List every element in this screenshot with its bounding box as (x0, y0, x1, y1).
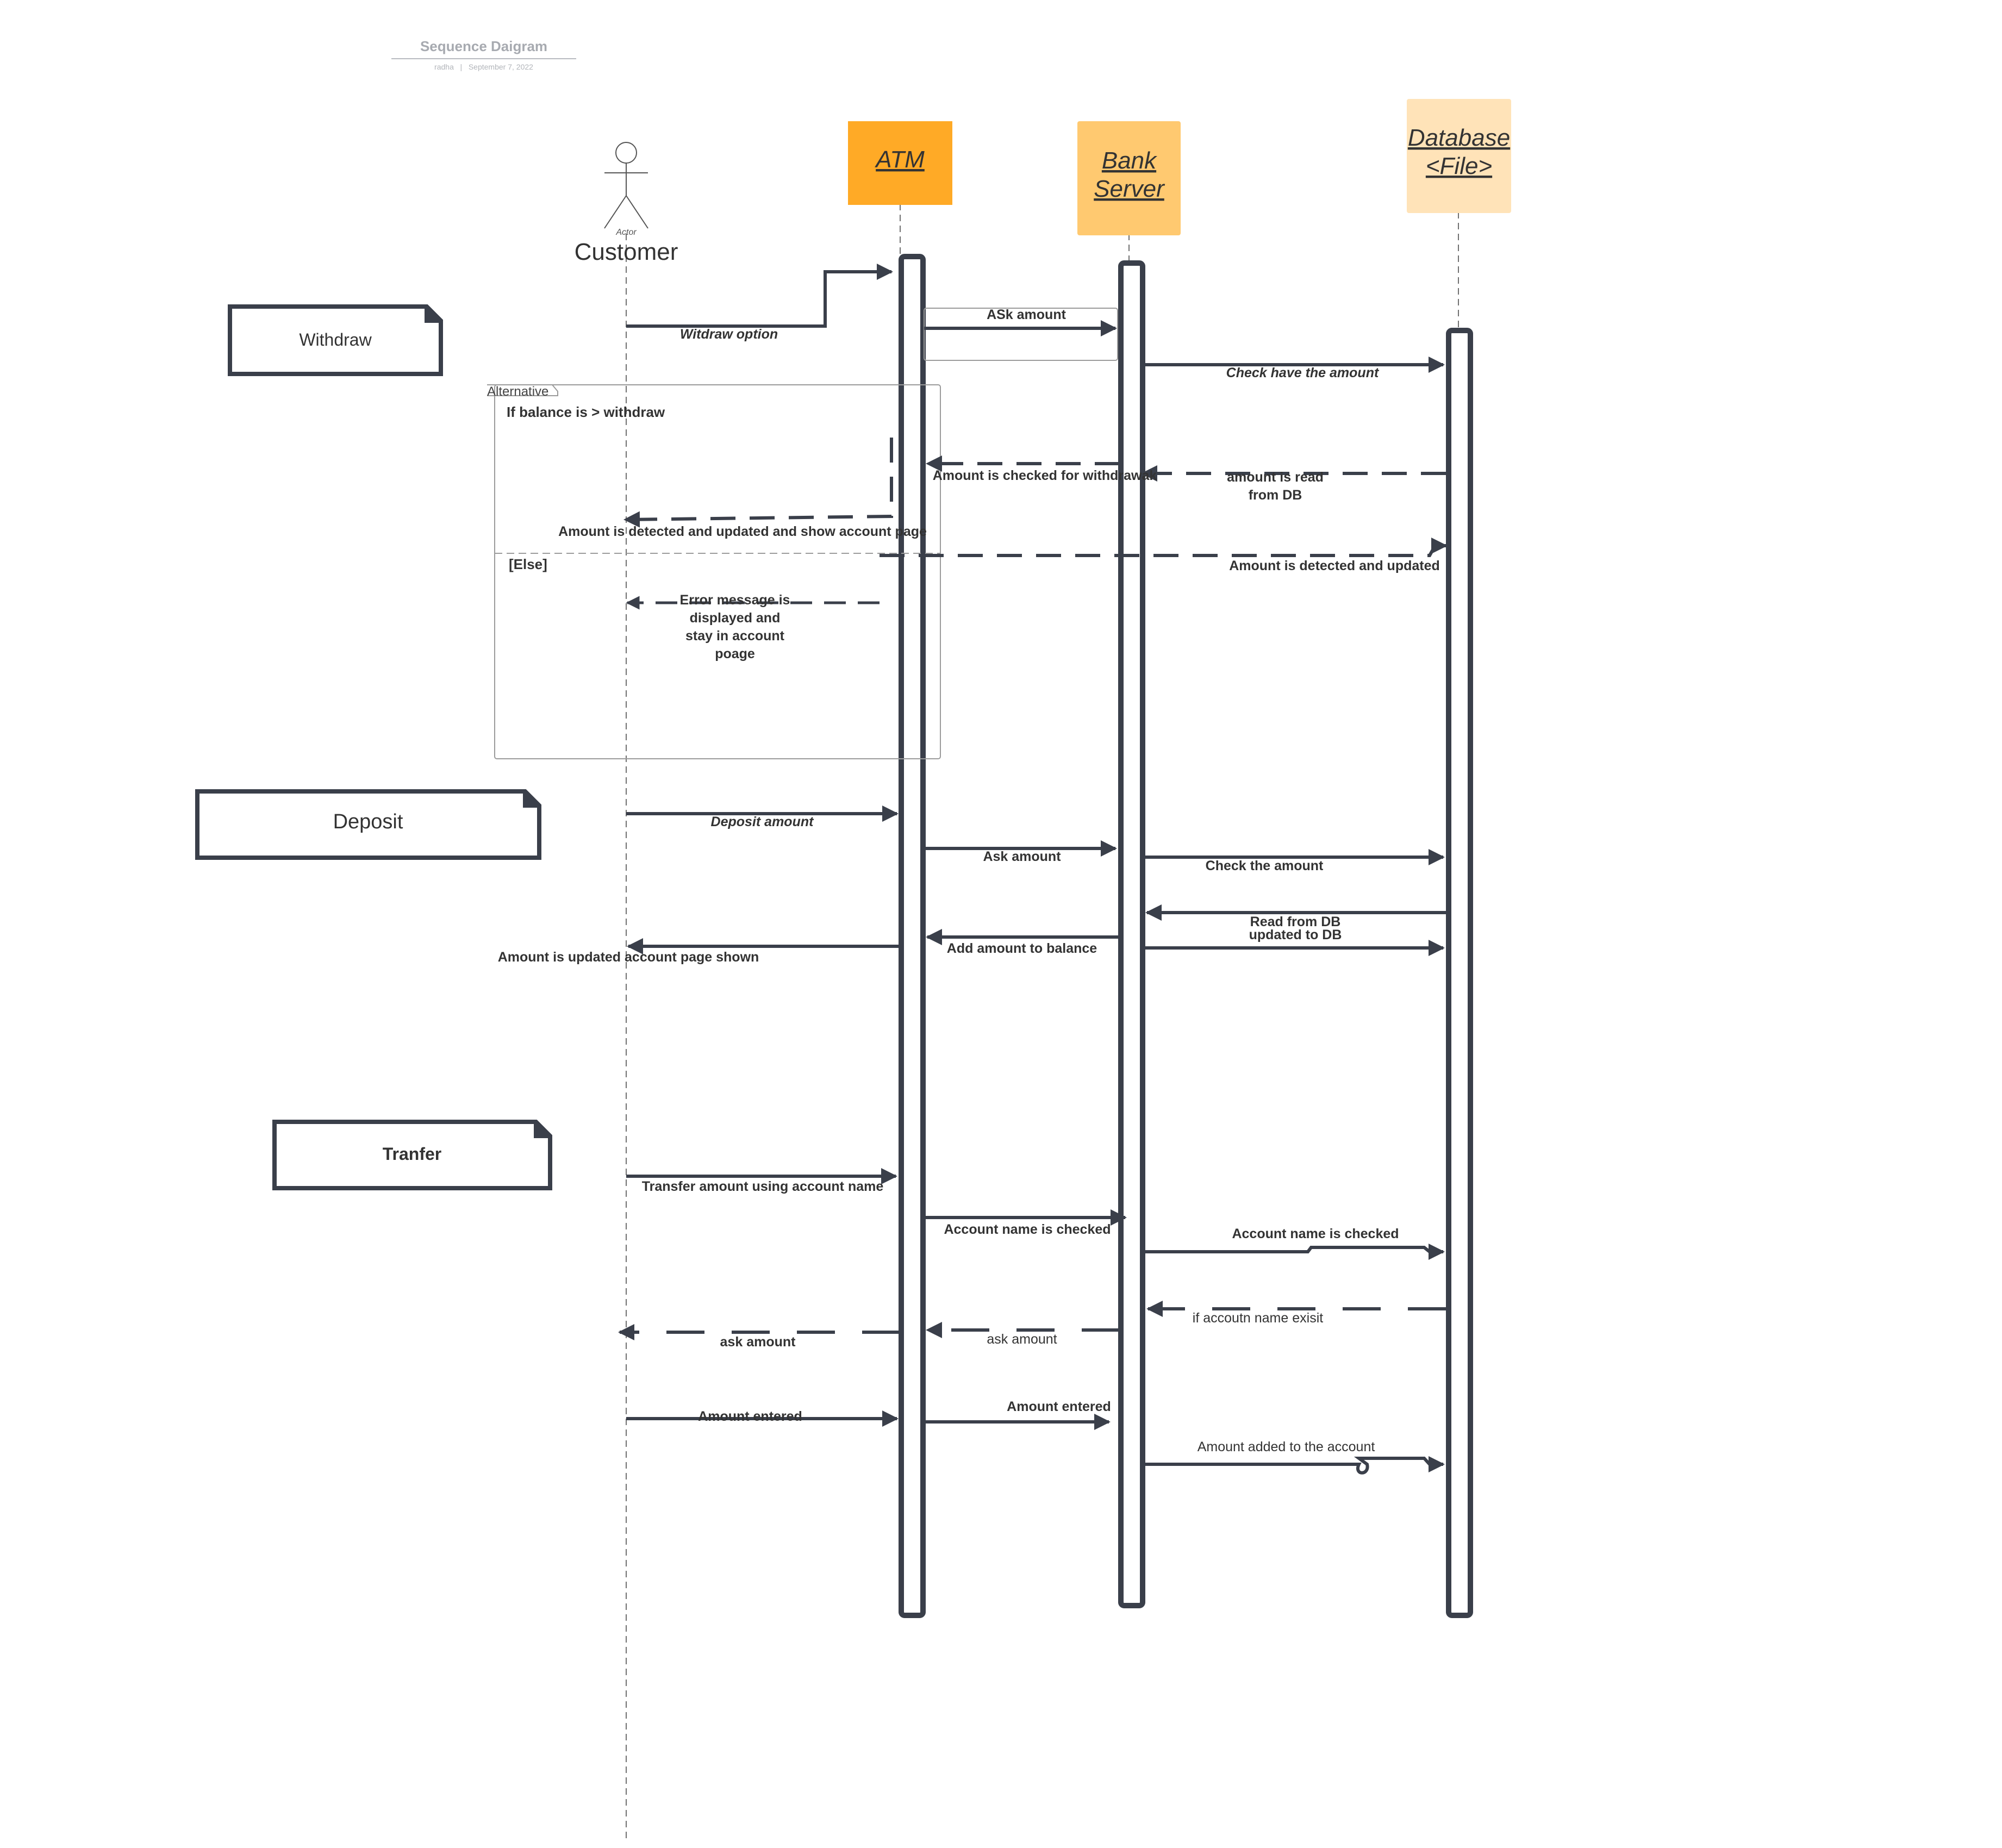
label-ask-amount-1: ASk amount (987, 307, 1067, 322)
fragment-else-guard: [Else] (509, 556, 547, 572)
label-if-name-exist: if accoutn name exisit (1193, 1310, 1323, 1326)
label-add-amount-balance: Add amount to balance (947, 941, 1097, 956)
msg-detected-updated[interactable] (880, 538, 1448, 557)
database-label-line2: <File> (1426, 153, 1492, 179)
label-read-from-db-l2: from DB (1249, 488, 1302, 503)
bank-server-label-line1: Bank (1102, 147, 1157, 174)
bank-activation-bar[interactable] (1118, 260, 1145, 1608)
label-checked-for-withdraw: Amount is checked for withdrawak (933, 468, 1157, 483)
customer-actor-name: Customer (575, 239, 678, 265)
actor-caption: Actor (615, 228, 637, 237)
sequence-diagram-canvas: ATM Bank Server Database <File> Actor Cu… (195, 99, 1511, 1843)
msg-account-name-checked-2[interactable] (1143, 1244, 1445, 1260)
msg-withdraw-option[interactable] (626, 264, 893, 328)
label-transfer-using-name: Transfer amount using account name (642, 1179, 884, 1194)
label-ask-amount-4: ask amount (720, 1334, 796, 1350)
database-activation-bar[interactable] (1446, 328, 1473, 1618)
label-detected-updated: Amount is detected and updated (1229, 558, 1440, 573)
label-error-l1: Error message is (680, 592, 790, 608)
withdraw-note-label: Withdraw (299, 330, 372, 349)
transfer-note-label: Tranfer (383, 1144, 441, 1164)
label-error-l3: stay in account (685, 628, 785, 644)
database-label-line1: Database (1408, 124, 1510, 151)
customer-actor-icon[interactable] (604, 142, 648, 229)
label-amount-entered-2: Amount entered (1007, 1399, 1111, 1414)
atm-participant-label: ATM (874, 146, 925, 173)
label-ask-amount-2: Ask amount (983, 849, 1061, 864)
alternative-fragment[interactable] (487, 384, 941, 759)
label-amount-entered-1: Amount entered (698, 1409, 802, 1424)
label-detected-updated-show: Amount is detected and updated and show … (558, 524, 927, 539)
label-ask-amount-3: ask amount (987, 1332, 1057, 1347)
label-amount-added: Amount added to the account (1198, 1439, 1375, 1454)
label-check-the-amount: Check the amount (1206, 858, 1324, 873)
label-deposit-amount: Deposit amount (711, 814, 815, 829)
label-amount-updated-shown: Amount is updated account page shown (498, 950, 759, 965)
atm-activation-bar[interactable] (899, 254, 926, 1618)
bank-server-label-line2: Server (1094, 176, 1165, 202)
label-error-l4: poage (715, 646, 755, 661)
msg-detected-updated-show[interactable] (623, 438, 893, 528)
label-check-have-amount: Check have the amount (1226, 365, 1380, 380)
lifelines (626, 204, 1459, 1843)
label-withdraw-option: Witdraw option (680, 327, 778, 342)
fragment-operator-label: Alternative (487, 384, 548, 399)
label-updated-to-db: updated to DB (1249, 927, 1342, 942)
msg-amount-added[interactable] (1143, 1456, 1445, 1475)
label-read-from-db-l1: amount is read (1227, 470, 1324, 485)
label-account-name-checked-2: Account name is checked (1232, 1226, 1399, 1241)
label-account-name-checked-1: Account name is checked (944, 1222, 1111, 1237)
deposit-note-label: Deposit (333, 810, 403, 833)
label-error-l2: displayed and (690, 610, 781, 626)
fragment-guard: If balance is > withdraw (507, 404, 665, 420)
